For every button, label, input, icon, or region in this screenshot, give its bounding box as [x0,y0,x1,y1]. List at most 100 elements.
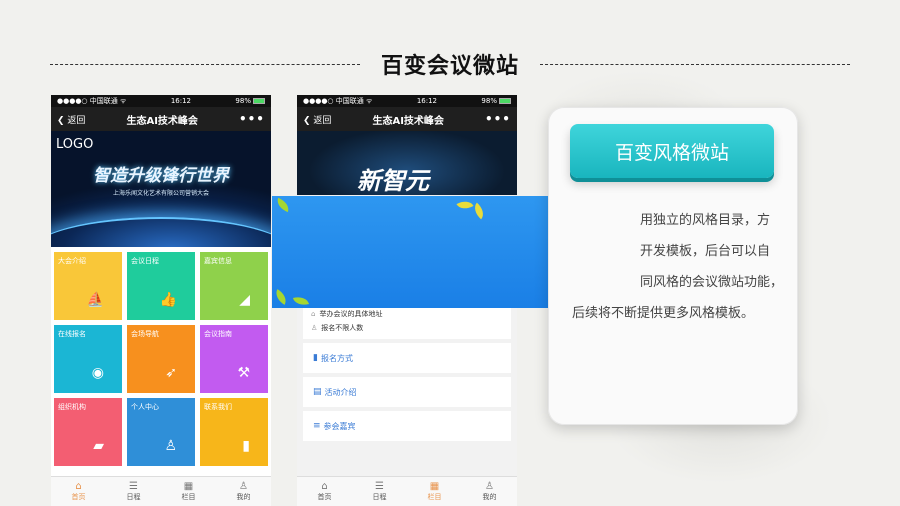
tab-label: 我的 [482,493,497,501]
tab-label: 栏目 [427,493,442,501]
chat-icon: ▰ [93,438,104,454]
location-icon: ⌂ [311,310,316,318]
tab-label: 我的 [236,493,251,501]
description-line: 同风格的会议微站功能， [640,275,784,290]
person-icon: ♙ [311,324,318,332]
user-icon: ♙ [164,438,177,454]
nav-title: 生态AI技术峰会 [372,115,444,127]
status-time: 16:12 [170,97,191,105]
tab-item[interactable]: ▦ 栏目 [415,481,455,502]
grid-tile[interactable]: 联系我们 ▮ [200,398,268,466]
description-line: 用独立的风格目录，方 [640,213,771,228]
tile-label: 会议指南 [204,330,232,338]
tab-label: 日程 [372,493,387,501]
grid-icon: ▦ [183,481,194,492]
tile-label: 组织机构 [58,403,86,411]
banner-subtitle: 上海乐闻文化艺术有限公司营销大会 [112,190,209,197]
menu-row[interactable]: ≡ 参会嘉宾 [303,411,511,441]
chevron-left-icon: ❮ [57,115,65,126]
feature-description: 用独立的风格目录，方 开发模板，后台可以自 同风格的会议微站功能， 后续将不断提… [572,205,790,329]
tile-label: 在线报名 [58,330,86,338]
back-button[interactable]: ❮ 返回 [303,113,331,126]
nav-bar: ❮ 返回 生态AI技术峰会 ••• [297,107,517,131]
style-microsite-button[interactable]: 百变风格微站 [570,124,774,178]
tab-bar: ⌂ 首页 ☰ 日程 ▦ 栏目 ♙ 我的 [51,476,271,506]
menu-icon: ≡ [313,421,321,431]
battery-status: 98% [481,97,511,105]
tab-item[interactable]: ⌂ 首页 [305,481,345,502]
menu-row[interactable]: ▮ 报名方式 [303,343,511,373]
more-button[interactable]: ••• [239,112,265,126]
page-title: 百变会议微站 [370,48,529,80]
menu-label: 报名方式 [320,353,353,363]
event-banner: 新智元 [297,131,517,195]
carrier-signal: ●●●●○ 中国联通 ᯤ [303,97,373,105]
runner-icon: ➶ [165,365,177,381]
menu-row[interactable]: ▤ 活动介绍 [303,377,511,407]
more-button[interactable]: ••• [485,112,511,126]
tab-item[interactable]: ♙ 我的 [470,481,510,502]
leaf-decoration [456,197,474,213]
function-grid: 大会介绍 ⛵ 会议日程 👍 嘉宾信息 ◢ 在线报名 ◉ 会场导航 ➶ 会议指南 ⚒ 组织机构 ▰ 个人中心 ♙… [51,247,271,471]
tile-label: 个人中心 [131,403,159,411]
title-divider-right [540,64,850,65]
grid-tile[interactable]: 会场导航 ➶ [127,325,195,393]
tab-item[interactable]: ♙ 我的 [224,481,264,502]
battery-icon [252,98,265,104]
banner-slogan: 智造升级锋行世界 [93,166,229,186]
grid-tile[interactable]: 在线报名 ◉ [54,325,122,393]
carrier-signal: ●●●●○ 中国联通 ᯤ [57,97,127,105]
title-divider-left [50,64,360,65]
address-line: ⌂ 举办会议的具体地址 [311,310,383,318]
leaf-decoration [274,197,292,213]
bookmark-icon: ▮ [313,353,318,363]
planet-glow [51,217,271,247]
chevron-left-icon: ❮ [303,115,311,126]
battery-icon [498,98,511,104]
grid-tile[interactable]: 大会介绍 ⛵ [54,252,122,320]
leaf-decoration [292,294,310,308]
tab-item[interactable]: ▦ 栏目 [169,481,209,502]
tab-label: 首页 [317,493,332,501]
battery-status: 98% [235,97,265,105]
grid-tile[interactable]: 组织机构 ▰ [54,398,122,466]
gavel-icon: ⚒ [237,365,250,381]
tab-label: 首页 [71,493,86,501]
tab-label: 日程 [126,493,141,501]
nav-title: 生态AI技术峰会 [126,115,198,127]
document-icon: ▤ [313,387,322,397]
grid-tile[interactable]: 个人中心 ♙ [127,398,195,466]
list-icon: ☰ [375,481,384,492]
status-bar: ●●●●○ 中国联通 ᯤ 16:12 98% [297,95,517,107]
banner-title: 新智元 [357,167,429,195]
tab-item[interactable]: ☰ 日程 [360,481,400,502]
tab-item[interactable]: ☰ 日程 [114,481,154,502]
grid-tile[interactable]: 嘉宾信息 ◢ [200,252,268,320]
list-icon: ☰ [129,481,138,492]
leaf-decoration [272,289,290,305]
tile-label: 联系我们 [204,403,232,411]
person-icon: ♙ [485,481,494,492]
grid-tile[interactable]: 会议日程 👍 [127,252,195,320]
status-bar: ●●●●○ 中国联通 ᯤ 16:12 98% [51,95,271,107]
status-time: 16:12 [416,97,437,105]
description-line: 开发模板，后台可以自 [640,244,771,259]
home-icon: ⌂ [321,481,328,492]
description-line: 后续将不断提供更多风格模板。 [572,306,755,321]
person-icon: ♙ [239,481,248,492]
back-button[interactable]: ❮ 返回 [57,113,85,126]
home-icon: ⌂ [75,481,82,492]
nav-bar: ❮ 返回 生态AI技术峰会 ••• [51,107,271,131]
info-card: ⌂ 举办会议的具体地址 ♙ 报名不限人数 [303,303,511,339]
tab-item[interactable]: ⌂ 首页 [59,481,99,502]
grid-tile[interactable]: 会议指南 ⚒ [200,325,268,393]
globe-icon: ◉ [91,365,104,381]
banner-logo: LOGO [56,137,94,152]
phone-mockup-home: ●●●●○ 中国联通 ᯤ 16:12 98% ❮ 返回 生态AI技术峰会 •••… [51,95,271,506]
speaker-icon: ◢ [239,292,250,308]
event-banner: LOGO 智造升级锋行世界 上海乐闻文化艺术有限公司营销大会 [51,131,271,247]
tile-label: 大会介绍 [58,257,86,265]
menu-label: 活动介绍 [324,387,357,397]
bar-chart-icon: ▮ [242,438,250,454]
thumbs-up-icon: 👍 [159,292,177,308]
